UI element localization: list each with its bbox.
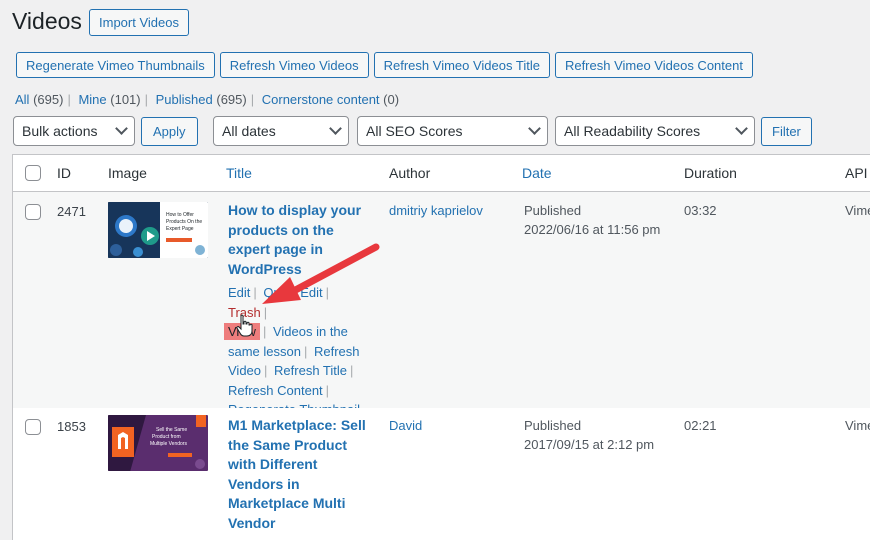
column-author: Author bbox=[389, 165, 431, 181]
readability-filter-value: All Readability Scores bbox=[564, 123, 701, 139]
column-date[interactable]: Date bbox=[522, 165, 552, 181]
row-duration: 03:32 bbox=[684, 203, 717, 218]
view-published-count: (695) bbox=[216, 92, 247, 107]
svg-text:How to Offer: How to Offer bbox=[166, 212, 194, 218]
seo-filter-select[interactable]: All SEO Scores bbox=[357, 116, 548, 146]
vimeo-actions-toolbar: Regenerate Vimeo Thumbnails Refresh Vime… bbox=[16, 52, 753, 78]
row-api: Vime bbox=[845, 418, 870, 433]
dates-filter-select[interactable]: All dates bbox=[213, 116, 349, 146]
chevron-down-icon bbox=[528, 122, 541, 135]
readability-filter-select[interactable]: All Readability Scores bbox=[555, 116, 755, 146]
video-thumbnail[interactable]: How to Offer Products On the Expert Page bbox=[108, 202, 208, 258]
filter-button[interactable]: Filter bbox=[761, 117, 812, 146]
video-thumbnail[interactable]: Sell the Same Product from Multiple Vend… bbox=[108, 415, 208, 471]
view-cornerstone-link[interactable]: Cornerstone content bbox=[262, 92, 380, 107]
svg-text:Multiple Vendors: Multiple Vendors bbox=[150, 441, 187, 447]
table-row: 2471 How to Offer Products On the Expert… bbox=[13, 192, 870, 417]
svg-text:Sell the Same: Sell the Same bbox=[156, 427, 187, 433]
thumbnail-image: Sell the Same Product from Multiple Vend… bbox=[108, 415, 208, 471]
status-views: All (695) | Mine (101) | Published (695) | … bbox=[15, 92, 400, 107]
chevron-down-icon bbox=[115, 122, 128, 135]
row-checkbox[interactable] bbox=[25, 419, 41, 435]
column-api: API bbox=[845, 165, 868, 181]
refresh-title-action[interactable]: Refresh Title bbox=[274, 363, 347, 378]
bulk-actions-value: Bulk actions bbox=[22, 123, 98, 139]
row-checkbox[interactable] bbox=[25, 204, 41, 220]
column-title[interactable]: Title bbox=[226, 165, 252, 181]
view-mine-link[interactable]: Mine bbox=[78, 92, 106, 107]
apply-button[interactable]: Apply bbox=[141, 117, 198, 146]
refresh-content-action[interactable]: Refresh Content bbox=[228, 383, 323, 398]
row-id: 2471 bbox=[57, 204, 86, 219]
edit-action[interactable]: Edit bbox=[228, 285, 250, 300]
row-status: Published bbox=[524, 203, 582, 218]
view-all-count: (695) bbox=[33, 92, 64, 107]
page-title: Videos bbox=[12, 8, 82, 34]
import-videos-button[interactable]: Import Videos bbox=[89, 9, 189, 36]
trash-action[interactable]: Trash bbox=[228, 305, 261, 320]
row-author-link[interactable]: dmitriy kaprielov bbox=[389, 201, 483, 221]
column-id: ID bbox=[57, 165, 71, 181]
svg-text:Product from: Product from bbox=[152, 434, 181, 440]
view-all-link[interactable]: All bbox=[15, 92, 29, 107]
refresh-videos-title-button[interactable]: Refresh Vimeo Videos Title bbox=[373, 52, 550, 78]
quick-edit-action[interactable]: Quick Edit bbox=[263, 285, 322, 300]
row-duration: 02:21 bbox=[684, 418, 717, 433]
row-status: Published bbox=[524, 418, 582, 433]
row-author-link[interactable]: David bbox=[389, 416, 422, 436]
thumbnail-image: How to Offer Products On the Expert Page bbox=[108, 202, 208, 258]
row-date: 2017/09/15 at 2:12 pm bbox=[524, 437, 655, 452]
view-action[interactable]: View bbox=[224, 323, 260, 340]
row-title-link[interactable]: M1 Marketplace: Sell the Same Product wi… bbox=[228, 416, 368, 533]
row-actions: Edit | Quick Edit | Trash | View | Videos in… bbox=[224, 283, 368, 420]
videos-table: ID Image Title Author Date Duration API … bbox=[12, 154, 870, 540]
row-id: 1853 bbox=[57, 419, 86, 434]
row-title-link[interactable]: How to display your products on the expe… bbox=[228, 201, 368, 279]
refresh-videos-content-button[interactable]: Refresh Vimeo Videos Content bbox=[554, 52, 753, 78]
refresh-videos-button[interactable]: Refresh Vimeo Videos bbox=[219, 52, 369, 78]
view-mine-count: (101) bbox=[110, 92, 141, 107]
table-row: 1853 Sell the Same Product from Multiple… bbox=[13, 408, 870, 540]
regenerate-thumbnails-button[interactable]: Regenerate Vimeo Thumbnails bbox=[16, 52, 215, 78]
bulk-actions-select[interactable]: Bulk actions bbox=[13, 116, 135, 146]
column-image: Image bbox=[108, 165, 147, 181]
column-duration: Duration bbox=[684, 165, 737, 181]
chevron-down-icon bbox=[735, 122, 748, 135]
view-cornerstone-count: (0) bbox=[383, 92, 400, 107]
svg-text:Expert Page: Expert Page bbox=[166, 226, 194, 232]
seo-filter-value: All SEO Scores bbox=[366, 123, 463, 139]
table-header: ID Image Title Author Date Duration API bbox=[13, 155, 870, 192]
view-published-link[interactable]: Published bbox=[156, 92, 213, 107]
chevron-down-icon bbox=[329, 122, 342, 135]
svg-text:Products On the: Products On the bbox=[166, 219, 202, 225]
row-api: Vime bbox=[845, 203, 870, 218]
dates-filter-value: All dates bbox=[222, 123, 276, 139]
select-all-checkbox[interactable] bbox=[25, 165, 41, 181]
row-date: 2022/06/16 at 11:56 pm bbox=[524, 222, 661, 237]
